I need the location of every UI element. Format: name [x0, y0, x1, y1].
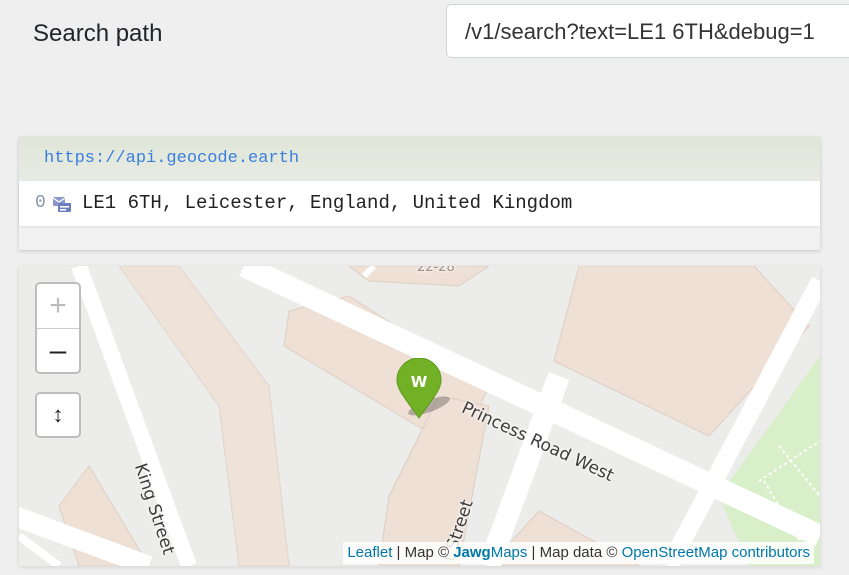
search-path-input[interactable]: /v1/search?text=LE1 6TH&debug=1 — [446, 4, 849, 58]
plus-icon: + — [49, 289, 67, 322]
zoom-in-button[interactable]: + — [37, 284, 79, 329]
map-view[interactable]: 22-28 Princess Road West King Street t S… — [19, 266, 820, 566]
street-label-building-number: 22-28 — [417, 266, 455, 275]
leaflet-link[interactable]: Leaflet — [347, 544, 392, 561]
jawg-maps-link[interactable]: JawgMaps — [453, 544, 527, 561]
zoom-control: + – — [35, 282, 81, 374]
marker-glyph: W — [411, 373, 428, 391]
location-marker[interactable]: W — [395, 357, 451, 424]
api-host-link[interactable]: https://api.geocode.earth — [44, 149, 299, 168]
osm-contributors-link[interactable]: OpenStreetMap contributors — [622, 544, 810, 561]
map-attribution: Leaflet | Map © JawgMaps | Map data © Op… — [343, 542, 814, 564]
result-row[interactable]: 0 LE1 6TH, Leicester, England, United Ki… — [19, 181, 820, 226]
search-path-label: Search path — [33, 20, 163, 47]
postalcode-layer-icon — [52, 194, 72, 214]
vertical-arrows-icon: ↕ — [52, 402, 64, 427]
result-label: LE1 6TH, Leicester, England, United King… — [82, 192, 573, 214]
jawg-text: Jawg — [453, 544, 491, 561]
attribution-sep-2: | Map data © — [527, 544, 622, 561]
result-index: 0 — [35, 193, 46, 213]
minus-icon: – — [49, 334, 67, 367]
results-header: https://api.geocode.earth — [19, 137, 820, 181]
attribution-sep-1: | Map © — [392, 544, 454, 561]
maps-text: Maps — [490, 544, 528, 561]
zoom-out-button[interactable]: – — [37, 329, 79, 373]
locate-button[interactable]: ↕ — [35, 392, 81, 438]
results-panel: https://api.geocode.earth 0 LE1 6TH, Lei… — [19, 137, 820, 250]
